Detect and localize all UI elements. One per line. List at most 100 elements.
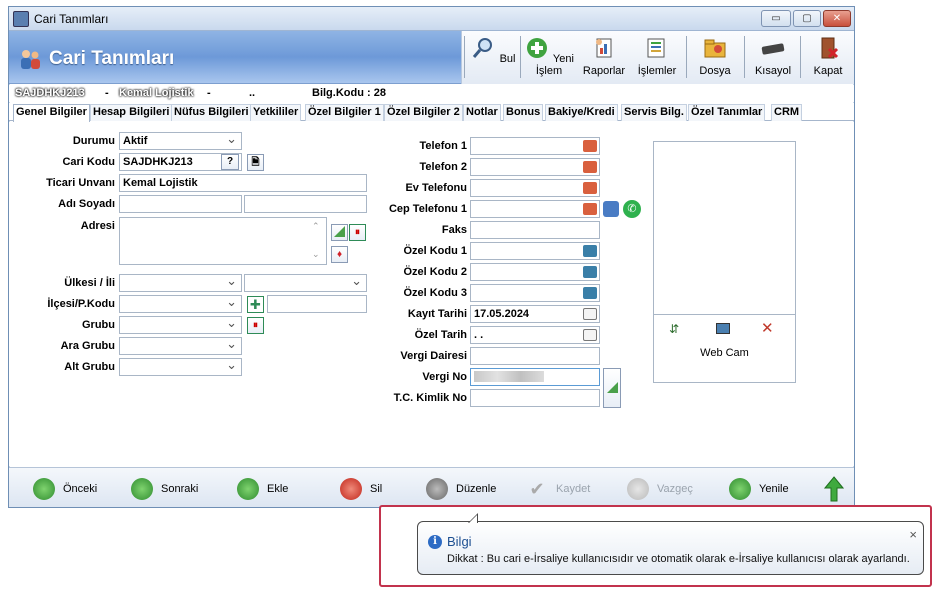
- tab-ozel-bilgiler-2[interactable]: Özel Bilgiler 2: [384, 104, 463, 121]
- faks-input[interactable]: [470, 221, 600, 239]
- duzenle-button[interactable]: Düzenle: [426, 478, 496, 500]
- add-ilce-icon[interactable]: ✚: [247, 296, 264, 313]
- info-balloon: i Bilgi Dikkat : Bu cari e-İrsaliye kull…: [417, 513, 924, 575]
- cari-kodu-help-button[interactable]: ?: [221, 154, 239, 170]
- yeni-islem-button[interactable]: Yeni İşlem: [524, 36, 574, 80]
- calendar-icon[interactable]: [583, 308, 597, 320]
- posta-kodu-input[interactable]: [267, 295, 367, 313]
- tc-kimlik-input[interactable]: [470, 389, 600, 407]
- notice-frame: i Bilgi Dikkat : Bu cari e-İrsaliye kull…: [379, 505, 932, 587]
- raporlar-button[interactable]: Raporlar: [579, 36, 629, 80]
- minus-icon: [340, 478, 362, 500]
- document-icon[interactable]: 🗎: [247, 154, 264, 171]
- onceki-button[interactable]: Önceki: [33, 478, 97, 500]
- phone-icon[interactable]: [583, 182, 597, 194]
- adi-input[interactable]: [119, 195, 242, 213]
- cari-code-display: SAJDHKJ213: [15, 87, 85, 99]
- users-icon: [21, 50, 40, 69]
- vergi-map-icon[interactable]: [603, 368, 621, 408]
- ozel-tarih-input[interactable]: . .: [470, 326, 600, 344]
- phone-icon[interactable]: [583, 203, 597, 215]
- tab-nufus-bilgileri[interactable]: Nüfus Bilgileri: [171, 104, 252, 121]
- pause-icon[interactable]: ⏸: [349, 224, 366, 241]
- calendar-icon[interactable]: [583, 329, 597, 341]
- dosya-button[interactable]: Dosya: [692, 36, 738, 80]
- ilcesi-label: İlçesi/P.Kodu: [47, 298, 115, 310]
- cep-telefonu-input[interactable]: [470, 200, 600, 218]
- minimize-button[interactable]: ▭: [761, 10, 791, 27]
- lookup-icon[interactable]: [583, 287, 597, 299]
- tab-ozel-tanimlar[interactable]: Özel Tanımlar: [688, 104, 766, 121]
- webcam-label[interactable]: Web Cam: [654, 347, 795, 359]
- arrow-left-icon: [33, 478, 55, 500]
- alt-grubu-select[interactable]: [119, 358, 242, 376]
- photo-area[interactable]: [654, 142, 795, 315]
- kisayol-button[interactable]: Kısayol: [750, 36, 796, 80]
- grubu-pause-icon[interactable]: ⏸: [247, 317, 264, 334]
- ev-telefonu-label: Ev Telefonu: [405, 182, 467, 194]
- arrow-up-icon[interactable]: [824, 476, 844, 502]
- kapat-button[interactable]: Kapat: [806, 36, 850, 80]
- durumu-select[interactable]: Aktif: [119, 132, 242, 150]
- keyboard-icon: [761, 43, 785, 55]
- tab-bonus[interactable]: Bonus: [503, 104, 544, 121]
- tab-ozel-bilgiler-1[interactable]: Özel Bilgiler 1: [305, 104, 384, 121]
- grubu-select[interactable]: [119, 316, 242, 334]
- whatsapp-icon[interactable]: ✆: [623, 200, 641, 218]
- sms-icon[interactable]: [603, 201, 619, 217]
- bul-button[interactable]: Bul: [470, 36, 516, 80]
- tab-notlar[interactable]: Notlar: [463, 104, 501, 121]
- ticari-unvani-input[interactable]: Kemal Lojistik: [119, 174, 367, 192]
- phone-icon[interactable]: [583, 161, 597, 173]
- tc-kimlik-label: T.C. Kimlik No: [393, 392, 467, 404]
- ozel-kodu2-input[interactable]: [470, 263, 600, 281]
- vazgec-button[interactable]: Vazgeç: [627, 478, 693, 500]
- camera-icon[interactable]: [716, 323, 730, 334]
- tab-crm[interactable]: CRM: [771, 104, 803, 121]
- bilg-kodu: Bilg.Kodu : 28: [312, 87, 386, 99]
- lookup-icon[interactable]: [583, 245, 597, 257]
- exit-door-icon: [821, 37, 839, 59]
- lookup-icon[interactable]: [583, 266, 597, 278]
- vergi-dairesi-input[interactable]: [470, 347, 600, 365]
- phone-icon[interactable]: [583, 140, 597, 152]
- ilce-select[interactable]: [119, 295, 242, 313]
- ozel-kodu1-input[interactable]: [470, 242, 600, 260]
- sonraki-button[interactable]: Sonraki: [131, 478, 198, 500]
- vergi-no-input[interactable]: [470, 368, 600, 386]
- kaydet-button[interactable]: ✔ Kaydet: [526, 478, 590, 500]
- map-icon[interactable]: [331, 224, 348, 241]
- ekle-button[interactable]: Ekle: [237, 478, 288, 500]
- soyadi-input[interactable]: [244, 195, 367, 213]
- close-notice-button[interactable]: ×: [909, 527, 917, 542]
- photo-panel: ⇵ ✕ Web Cam: [653, 141, 796, 383]
- ozel-kodu3-input[interactable]: [470, 284, 600, 302]
- il-select[interactable]: [244, 274, 367, 292]
- tab-servis-bilg[interactable]: Servis Bilg.: [621, 104, 687, 121]
- scroll-up-icon[interactable]: ⌃: [312, 221, 320, 232]
- photo-import-icon[interactable]: ⇵: [669, 322, 679, 336]
- telefon2-input[interactable]: [470, 158, 600, 176]
- pin-icon[interactable]: ♦: [331, 246, 348, 263]
- delete-photo-icon[interactable]: ✕: [761, 319, 774, 337]
- maximize-button[interactable]: ▢: [793, 10, 821, 27]
- ulke-select[interactable]: [119, 274, 242, 292]
- tab-hesap-bilgileri[interactable]: Hesap Bilgileri: [90, 104, 173, 121]
- close-window-button[interactable]: ✕: [823, 10, 851, 27]
- ev-telefonu-input[interactable]: [470, 179, 600, 197]
- yenile-button[interactable]: Yenile: [729, 478, 789, 500]
- scroll-down-icon[interactable]: ⌄: [312, 249, 320, 260]
- title-bar: Cari Tanımları ▭ ▢ ✕: [9, 7, 854, 31]
- ozel-kodu2-label: Özel Kodu 2: [403, 266, 467, 278]
- islemler-button[interactable]: İşlemler: [634, 36, 680, 80]
- ozel-kodu1-label: Özel Kodu 1: [403, 245, 467, 257]
- vergi-dairesi-label: Vergi Dairesi: [400, 350, 467, 362]
- ara-grubu-select[interactable]: [119, 337, 242, 355]
- tab-bakiye-kredi[interactable]: Bakiye/Kredi: [545, 104, 618, 121]
- tab-yetkililer[interactable]: Yetkililer: [250, 104, 302, 121]
- tab-genel-bilgiler[interactable]: Genel Bilgiler: [13, 104, 90, 122]
- adresi-textarea[interactable]: [119, 217, 327, 265]
- sil-button[interactable]: Sil: [340, 478, 382, 500]
- telefon1-input[interactable]: [470, 137, 600, 155]
- kayit-tarihi-input[interactable]: 17.05.2024: [470, 305, 600, 323]
